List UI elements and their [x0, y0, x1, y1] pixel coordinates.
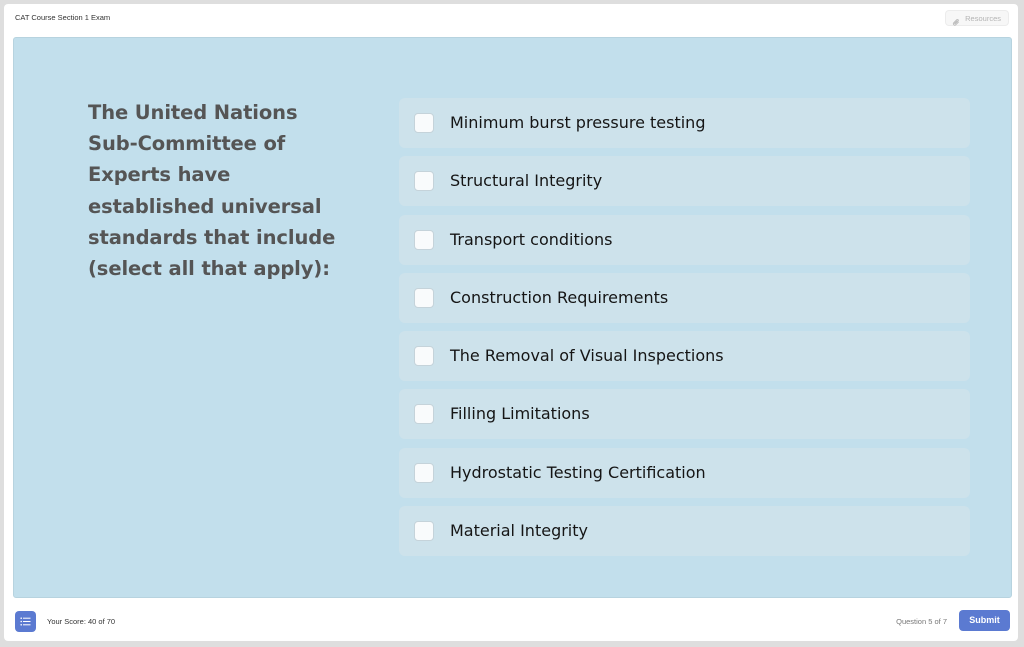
answer-options: Minimum burst pressure testing Structura…	[399, 98, 970, 564]
answer-checkbox[interactable]	[414, 346, 434, 367]
resources-label: Resources	[965, 13, 1001, 23]
answer-option[interactable]: Construction Requirements	[399, 272, 970, 323]
answer-label: Filling Limitations	[450, 404, 590, 424]
answer-label: Structural Integrity	[450, 171, 603, 191]
answer-label: The Removal of Visual Inspections	[450, 346, 724, 366]
course-title: CAT Course Section 1 Exam	[15, 13, 111, 22]
question-counter: Question 5 of 7	[896, 617, 947, 626]
list-menu-icon	[20, 613, 31, 631]
answer-label: Construction Requirements	[450, 287, 669, 307]
answer-checkbox[interactable]	[414, 404, 434, 425]
answer-checkbox[interactable]	[414, 113, 434, 133]
score-text: Your Score: 40 of 70	[47, 617, 116, 626]
answer-checkbox[interactable]	[414, 287, 434, 308]
answer-option[interactable]: Minimum burst pressure testing	[399, 98, 970, 148]
answer-checkbox[interactable]	[414, 462, 434, 483]
top-bar: CAT Course Section 1 Exam Resources	[4, 4, 1018, 34]
answer-label: Minimum burst pressure testing	[450, 113, 706, 132]
answer-option[interactable]: Hydrostatic Testing Certification	[399, 447, 970, 498]
answer-checkbox[interactable]	[414, 171, 434, 192]
answer-label: Hydrostatic Testing Certification	[450, 462, 706, 482]
paperclip-icon	[952, 14, 961, 26]
answer-option[interactable]: Material Integrity	[399, 506, 970, 557]
answer-checkbox[interactable]	[414, 521, 434, 542]
resources-button[interactable]: Resources	[945, 10, 1009, 26]
menu-button[interactable]	[15, 611, 36, 632]
answer-option[interactable]: Structural Integrity	[399, 156, 970, 207]
answer-option[interactable]: Filling Limitations	[399, 389, 970, 440]
player-window: CAT Course Section 1 Exam Resources The …	[4, 4, 1018, 641]
answer-checkbox[interactable]	[414, 229, 434, 250]
answer-option[interactable]: Transport conditions	[399, 214, 970, 265]
question-slide: The United Nations Sub-Committee of Expe…	[13, 37, 1012, 598]
answer-label: Transport conditions	[450, 229, 613, 249]
question-text: The United Nations Sub-Committee of Expe…	[88, 101, 336, 281]
bottom-bar: Your Score: 40 of 70 Question 5 of 7 Sub…	[4, 603, 1018, 641]
answer-option[interactable]: The Removal of Visual Inspections	[399, 331, 970, 382]
submit-button[interactable]: Submit	[959, 610, 1010, 631]
answer-label: Material Integrity	[450, 521, 588, 541]
